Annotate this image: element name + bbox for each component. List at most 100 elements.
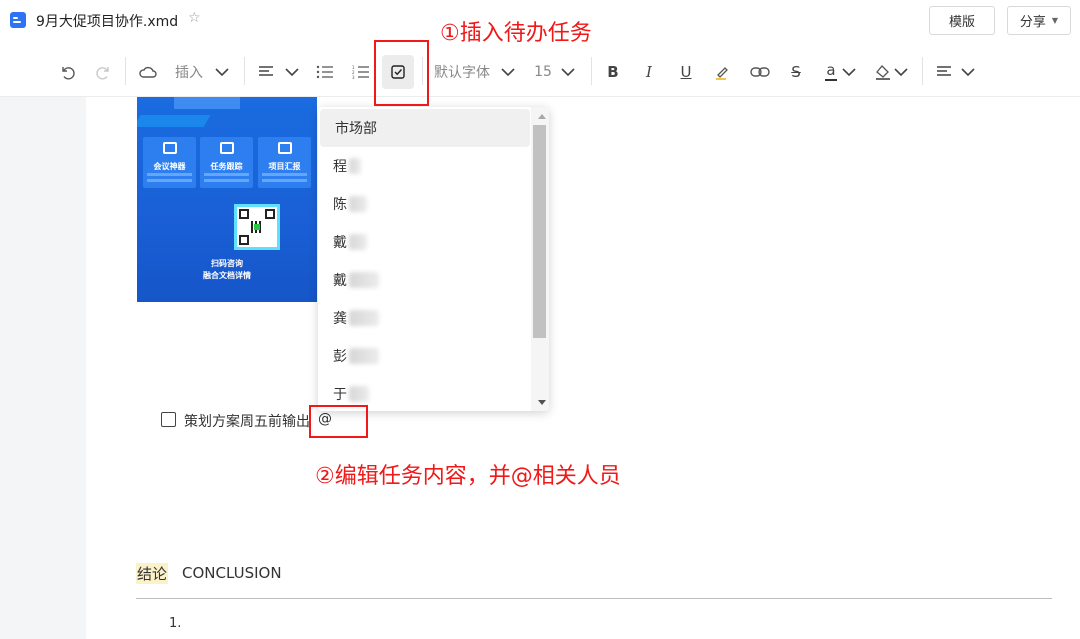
redacted-name <box>349 234 367 250</box>
list-item-number: 1. <box>169 616 182 631</box>
promo-card: 会议神器 <box>143 137 196 188</box>
scroll-down-icon[interactable] <box>538 400 546 405</box>
strikethrough-label: S <box>791 63 801 81</box>
promo-card: 任务跟踪 <box>200 137 253 188</box>
scroll-up-icon[interactable] <box>538 114 546 119</box>
mention-option-label: 程 <box>333 159 347 175</box>
chevron-down-icon[interactable] <box>958 47 978 97</box>
bold-button[interactable]: B <box>603 47 623 97</box>
chevron-down-icon[interactable] <box>212 47 232 97</box>
undo-icon[interactable] <box>56 47 78 97</box>
mention-option[interactable]: 陈 <box>318 185 531 223</box>
toolbar: 插入 123 默认字体 15 B I U S a <box>0 47 1080 97</box>
task-checkbox[interactable] <box>161 412 176 427</box>
promo-card: 项目汇报 <box>258 137 311 188</box>
conclusion-heading-cn: 结论 <box>136 563 169 584</box>
promo-decoration <box>174 97 240 109</box>
mention-option[interactable]: 市场部 <box>320 109 530 147</box>
redacted-name <box>349 196 367 212</box>
task-text[interactable]: 策划方案周五前输出 <box>184 411 310 431</box>
promo-card-subtext <box>147 173 192 176</box>
redo-icon[interactable] <box>92 47 114 97</box>
promo-caption: 扫码咨询 <box>211 259 243 268</box>
promo-card-subtext <box>262 179 307 182</box>
promo-card-title: 会议神器 <box>153 162 186 171</box>
promo-card-subtext <box>262 173 307 176</box>
scroll-thumb[interactable] <box>533 125 546 338</box>
insert-cloud-icon[interactable] <box>136 47 160 97</box>
promo-caption: 融合文档详情 <box>203 271 251 280</box>
toolbar-divider <box>244 57 245 85</box>
chevron-down-icon[interactable] <box>840 47 858 97</box>
mention-option[interactable]: 戴 <box>318 261 531 299</box>
paragraph-icon[interactable] <box>256 47 276 97</box>
promo-card-title: 项目汇报 <box>268 162 301 171</box>
template-button[interactable]: 模版 <box>929 6 995 35</box>
doc-title[interactable]: 9月大促项目协作.xmd <box>36 11 178 31</box>
annotation-box <box>309 405 368 438</box>
underline-label: U <box>680 63 692 81</box>
align-icon[interactable] <box>934 47 954 97</box>
link-icon[interactable] <box>748 47 772 97</box>
star-icon[interactable]: ☆ <box>188 10 201 26</box>
toolbar-divider <box>125 57 126 85</box>
redacted-name <box>349 158 361 174</box>
chevron-down-icon: ▼ <box>1051 16 1059 25</box>
mention-option-label: 于 <box>333 387 347 403</box>
promo-decoration <box>137 115 211 127</box>
mention-dropdown[interactable]: 市场部 程 陈 戴 戴 龚 彭 于 <box>318 107 549 411</box>
highlight-pen-icon[interactable] <box>712 47 734 97</box>
font-size-select[interactable]: 15 <box>530 47 556 97</box>
promo-card-subtext <box>204 179 249 182</box>
chevron-down-icon[interactable] <box>558 47 578 97</box>
annotation-step1: ①插入待办任务 <box>440 21 592 46</box>
mention-option-label: 龚 <box>333 311 347 327</box>
mention-option[interactable]: 彭 <box>318 337 531 375</box>
toolbar-divider <box>591 57 592 85</box>
fill-color-icon[interactable] <box>873 47 893 97</box>
font-family-label: 默认字体 <box>434 65 490 81</box>
mention-option[interactable]: 龚 <box>318 299 531 337</box>
font-color-icon[interactable]: a <box>822 47 840 97</box>
share-button-label: 分享 <box>1019 15 1046 30</box>
mention-option-label: 市场部 <box>335 121 377 137</box>
qr-code <box>234 204 280 250</box>
font-family-select[interactable]: 默认字体 <box>431 47 493 97</box>
annotation-step2: ②编辑任务内容，并@相关人员 <box>315 464 621 489</box>
italic-button[interactable]: I <box>639 47 659 97</box>
divider <box>136 598 1052 599</box>
numbered-list-icon[interactable]: 123 <box>350 47 372 97</box>
bullet-list-icon[interactable] <box>314 47 336 97</box>
redacted-name <box>349 348 379 364</box>
mention-option-label: 戴 <box>333 273 347 289</box>
underline-button[interactable]: U <box>676 47 696 97</box>
mention-option[interactable]: 戴 <box>318 223 531 261</box>
chevron-down-icon[interactable] <box>282 47 302 97</box>
share-button[interactable]: 分享 ▼ <box>1007 6 1071 35</box>
font-color-bar <box>825 79 837 81</box>
doc-icon <box>10 12 26 28</box>
promo-card-subtext <box>147 179 192 182</box>
font-color-glyph: a <box>826 61 836 79</box>
chevron-down-icon[interactable] <box>498 47 518 97</box>
bold-label: B <box>607 63 619 81</box>
mention-option[interactable]: 程 <box>318 147 531 185</box>
insert-menu[interactable]: 插入 <box>172 47 206 97</box>
strikethrough-button[interactable]: S <box>786 47 806 97</box>
redacted-name <box>349 386 369 402</box>
promo-card-title: 任务跟踪 <box>210 162 243 171</box>
chevron-down-icon[interactable] <box>892 47 910 97</box>
annotation-box <box>374 40 429 106</box>
insert-label: 插入 <box>175 65 203 81</box>
meeting-icon <box>163 142 177 154</box>
svg-text:3: 3 <box>352 75 355 79</box>
report-icon <box>278 142 292 154</box>
promo-image[interactable]: 会议神器 任务跟踪 项目汇报 扫码咨询 融合文档详情 <box>137 97 317 302</box>
redacted-name <box>349 272 379 288</box>
task-tracking-icon <box>220 142 234 154</box>
mention-option-label: 陈 <box>333 197 347 213</box>
toolbar-divider <box>922 57 923 85</box>
conclusion-heading-en: CONCLUSION <box>182 564 282 582</box>
mention-option-label: 彭 <box>333 349 347 365</box>
page-gutter <box>0 97 86 639</box>
